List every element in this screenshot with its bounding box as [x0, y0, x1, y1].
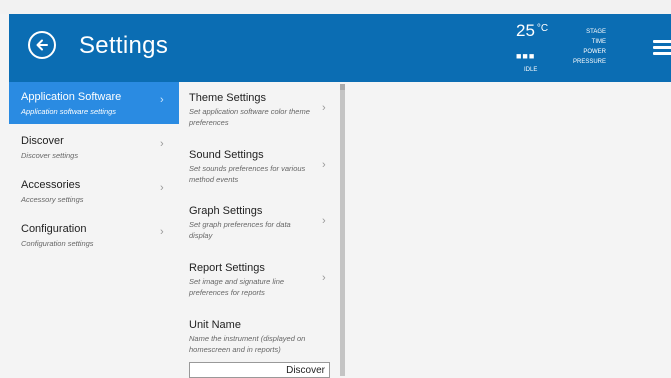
sidebar-item-label: Application Software [21, 91, 122, 103]
settings-list: Theme Settings Set application software … [179, 82, 340, 378]
sidebar-item-label: Accessories [21, 179, 81, 191]
list-item-label: Unit Name [189, 319, 241, 331]
list-item-sound-settings[interactable]: Sound Settings Set sounds preferences fo… [179, 149, 340, 193]
temperature-value: 25 [516, 21, 535, 40]
top-strip [0, 0, 671, 14]
sidebar-item-discover[interactable]: Discover Discover settings › [9, 126, 179, 168]
list-item-subtitle: Set graph preferences for data display [189, 220, 291, 240]
chevron-right-icon: › [160, 138, 164, 150]
header-bar: Settings 25 °C ■■■ IDLE STAGE TIME POWER … [9, 14, 671, 82]
temperature-readout: 25 °C [516, 21, 548, 41]
sidebar-item-subtitle: Configuration settings [21, 239, 94, 248]
indicator-dots: ■■■ [516, 51, 536, 61]
state-label: IDLE [524, 67, 538, 73]
list-item-subtitle: Set image and signature line preferences… [189, 277, 285, 297]
chevron-right-icon: › [322, 215, 326, 227]
list-item-label: Report Settings [189, 262, 265, 274]
chevron-right-icon: › [160, 182, 164, 194]
list-item-graph-settings[interactable]: Graph Settings Set graph preferences for… [179, 205, 340, 249]
sidebar-item-subtitle: Discover settings [21, 151, 79, 160]
back-arrow-icon [36, 39, 48, 51]
chevron-right-icon: › [322, 272, 326, 284]
list-item-subtitle: Set application software color theme pre… [189, 107, 310, 127]
sidebar-item-subtitle: Application software settings [21, 107, 117, 116]
page-title: Settings [79, 32, 169, 59]
chevron-right-icon: › [160, 94, 164, 106]
list-item-theme-settings[interactable]: Theme Settings Set application software … [179, 92, 340, 136]
list-item-label: Graph Settings [189, 205, 263, 217]
sidebar: Application Software Application softwar… [9, 82, 179, 376]
list-item-subtitle: Name the instrument (displayed on homesc… [189, 334, 306, 354]
list-item-subtitle: Set sounds preferences for various metho… [189, 164, 306, 184]
sidebar-item-label: Discover [21, 135, 64, 147]
status-time: TIME [591, 39, 606, 45]
status-power: POWER [583, 49, 606, 55]
chevron-right-icon: › [322, 102, 326, 114]
chevron-right-icon: › [160, 226, 164, 238]
status-stage: STAGE [586, 29, 606, 35]
status-pressure: PRESSURE [572, 59, 606, 65]
scrollbar-thumb[interactable] [340, 84, 345, 90]
list-item-label: Theme Settings [189, 92, 267, 104]
sidebar-item-subtitle: Accessory settings [21, 195, 84, 204]
temperature-unit: °C [536, 23, 549, 34]
list-item-unit-name: Unit Name Name the instrument (displayed… [179, 319, 340, 363]
detail-pane [346, 82, 671, 376]
back-button[interactable] [28, 31, 56, 59]
hamburger-menu-icon[interactable] [653, 40, 671, 56]
list-item-report-settings[interactable]: Report Settings Set image and signature … [179, 262, 340, 306]
list-item-label: Sound Settings [189, 149, 264, 161]
vertical-scrollbar[interactable] [340, 84, 345, 376]
chevron-right-icon: › [322, 159, 326, 171]
sidebar-item-application-software[interactable]: Application Software Application softwar… [9, 82, 179, 124]
sidebar-item-accessories[interactable]: Accessories Accessory settings › [9, 170, 179, 212]
sidebar-item-label: Configuration [21, 223, 87, 235]
sidebar-item-configuration[interactable]: Configuration Configuration settings › [9, 214, 179, 256]
status-labels: STAGE TIME POWER PRESSURE [564, 27, 606, 67]
